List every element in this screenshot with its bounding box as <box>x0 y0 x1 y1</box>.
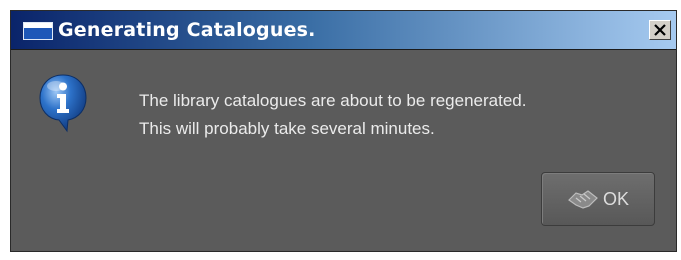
close-button[interactable] <box>649 20 671 40</box>
dialog-message: The library catalogues are about to be r… <box>139 87 526 143</box>
ok-button[interactable]: OK <box>541 172 655 226</box>
info-icon <box>39 74 87 133</box>
ok-button-label: OK <box>602 188 629 209</box>
handshake-icon <box>568 190 598 209</box>
window-icon <box>23 22 53 40</box>
message-dialog: Generating Catalogues. The library catal… <box>10 10 677 252</box>
message-line: The library catalogues are about to be r… <box>139 91 527 110</box>
title-bar[interactable]: Generating Catalogues. <box>11 11 676 50</box>
close-icon <box>654 24 666 36</box>
message-line: This will probably take several minutes. <box>139 119 435 138</box>
window-title: Generating Catalogues. <box>58 19 316 41</box>
